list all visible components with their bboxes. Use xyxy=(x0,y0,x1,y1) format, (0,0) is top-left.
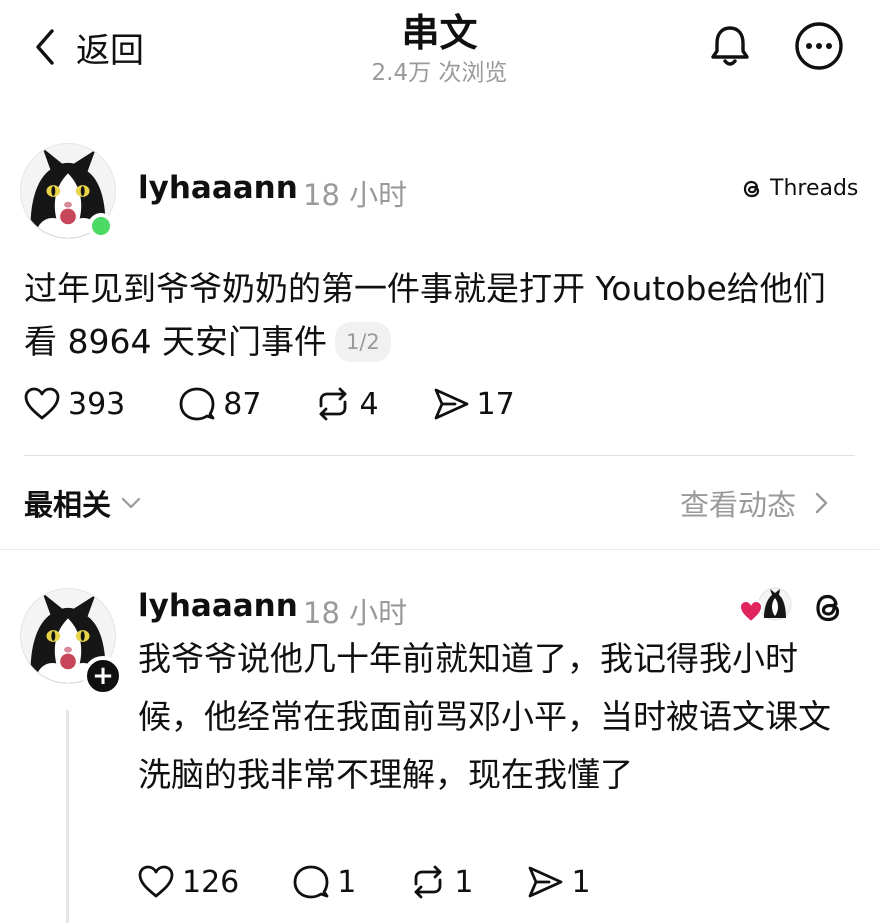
send-icon xyxy=(529,866,563,898)
post-actions: 393 87 4 17 xyxy=(22,384,567,424)
follow-plus-button[interactable]: + xyxy=(83,656,123,696)
repost-count: 4 xyxy=(359,386,379,422)
divider xyxy=(24,455,855,456)
comment-button[interactable]: 87 xyxy=(177,384,261,424)
sort-label: 最相关 xyxy=(24,488,112,522)
online-status-dot xyxy=(88,213,114,239)
reply-comment-count: 1 xyxy=(337,864,357,900)
reply-repost-button[interactable]: 1 xyxy=(408,862,473,902)
reply-username[interactable]: lyhaaann xyxy=(138,588,298,624)
send-icon xyxy=(434,388,468,420)
view-activity-link[interactable]: 查看动态 xyxy=(680,482,832,524)
post-text: 过年见到爷爷奶奶的第一件事就是打开 Youtobe给他们看 8964 天安门事件 xyxy=(24,269,826,361)
reply-like-button[interactable]: 126 xyxy=(136,862,239,902)
heart-icon xyxy=(138,865,174,898)
reply-share-count: 1 xyxy=(571,864,591,900)
share-button[interactable]: 17 xyxy=(431,384,515,424)
like-count: 393 xyxy=(68,386,126,422)
reply-comment-button[interactable]: 1 xyxy=(291,862,356,902)
post-body: 过年见到爷爷奶奶的第一件事就是打开 Youtobe给他们看 8964 天安门事件… xyxy=(24,262,854,368)
post-username[interactable]: lyhaaann xyxy=(138,170,298,206)
top-bar: 返回 串文 2.4万 次浏览 xyxy=(0,0,879,100)
comment-count: 87 xyxy=(223,386,262,422)
reply-share-button[interactable]: 1 xyxy=(525,862,591,902)
page-indicator[interactable]: 1/2 xyxy=(334,322,391,362)
bell-icon[interactable] xyxy=(704,20,756,72)
reply-text: 我爷爷说他几十年前就知道了，我记得我小时候，他经常在我面前骂邓小平，当时被语文课… xyxy=(138,639,831,794)
threads-icon[interactable] xyxy=(810,590,846,626)
threads-label: Threads xyxy=(770,176,859,201)
reply-like-count: 126 xyxy=(182,864,240,900)
comment-icon xyxy=(179,387,215,421)
threads-icon xyxy=(743,180,760,197)
like-button[interactable]: 393 xyxy=(22,384,125,424)
comment-icon xyxy=(293,865,329,899)
share-count: 17 xyxy=(476,386,515,422)
liked-by-author-icon[interactable] xyxy=(738,586,794,626)
chevron-right-icon xyxy=(815,492,828,514)
activity-label: 查看动态 xyxy=(680,488,797,522)
reply-repost-count: 1 xyxy=(454,864,474,900)
chevron-down-icon xyxy=(121,497,141,509)
heart-icon xyxy=(24,387,60,420)
repost-icon xyxy=(414,865,442,899)
repost-button[interactable]: 4 xyxy=(313,384,379,424)
post-time: 18 小时 xyxy=(303,178,408,212)
repost-icon xyxy=(320,387,347,421)
section-divider xyxy=(0,549,879,550)
thread-line xyxy=(66,710,69,923)
sort-dropdown[interactable]: 最相关 xyxy=(24,482,143,524)
threads-source-badge: Threads xyxy=(740,176,858,201)
reply-actions: 126 1 1 1 xyxy=(136,862,643,902)
reply-time: 18 小时 xyxy=(303,596,408,630)
more-icon[interactable] xyxy=(793,20,845,72)
